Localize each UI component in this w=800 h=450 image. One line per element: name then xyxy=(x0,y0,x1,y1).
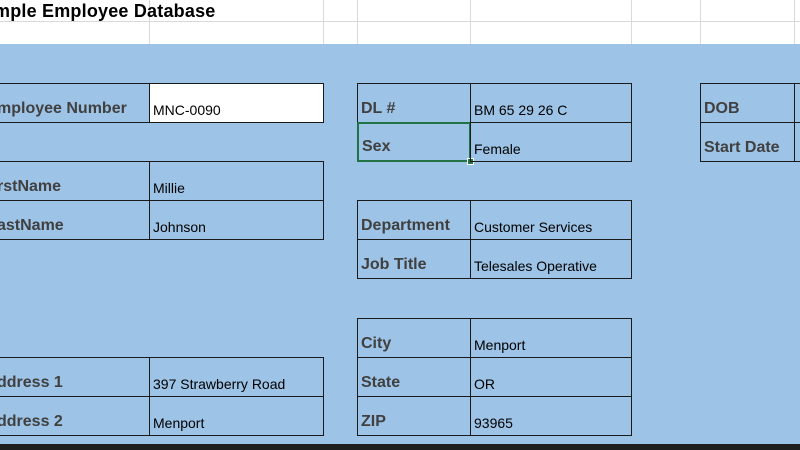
job-title-value[interactable]: Telesales Operative xyxy=(470,239,632,279)
job-title-label[interactable]: Job Title xyxy=(357,239,471,279)
start-date-value[interactable] xyxy=(794,122,800,162)
zip-value[interactable]: 93965 xyxy=(470,396,632,436)
zip-label[interactable]: ZIP xyxy=(357,396,471,436)
sex-label[interactable]: Sex xyxy=(357,122,471,162)
start-date-label[interactable]: Start Date xyxy=(700,122,795,162)
dob-label[interactable]: DOB xyxy=(700,83,795,123)
window-bottom-edge xyxy=(0,444,800,450)
address1-value[interactable]: 397 Strawberry Road xyxy=(149,357,324,397)
state-value[interactable]: OR xyxy=(470,357,632,397)
city-label[interactable]: City xyxy=(357,318,471,358)
dl-value[interactable]: BM 65 29 26 C xyxy=(470,83,632,123)
dob-value[interactable] xyxy=(794,83,800,123)
city-value[interactable]: Menport xyxy=(470,318,632,358)
address1-label[interactable]: ddress 1 xyxy=(0,357,150,397)
column-gridline xyxy=(631,0,632,44)
last-name-label[interactable]: astName xyxy=(0,200,150,240)
employee-number-label[interactable]: mployee Number xyxy=(0,83,150,123)
sheet-header-rows: mple Employee Database xyxy=(0,0,800,44)
department-value[interactable]: Customer Services xyxy=(470,200,632,240)
dl-label[interactable]: DL # xyxy=(357,83,471,123)
first-name-label[interactable]: rstName xyxy=(0,161,150,201)
employee-number-value[interactable]: MNC-0090 xyxy=(149,83,324,123)
department-label[interactable]: Department xyxy=(357,200,471,240)
address2-value[interactable]: Menport xyxy=(149,396,324,436)
state-label[interactable]: State xyxy=(357,357,471,397)
first-name-value[interactable]: Millie xyxy=(149,161,324,201)
column-gridline xyxy=(323,0,324,44)
sex-value[interactable]: Female xyxy=(470,122,632,162)
last-name-value[interactable]: Johnson xyxy=(149,200,324,240)
column-gridline xyxy=(357,0,358,44)
column-gridline xyxy=(700,0,701,44)
column-gridline xyxy=(794,0,795,44)
sheet-title[interactable]: mple Employee Database xyxy=(0,1,216,22)
address2-label[interactable]: ddress 2 xyxy=(0,396,150,436)
column-gridline xyxy=(470,0,471,44)
